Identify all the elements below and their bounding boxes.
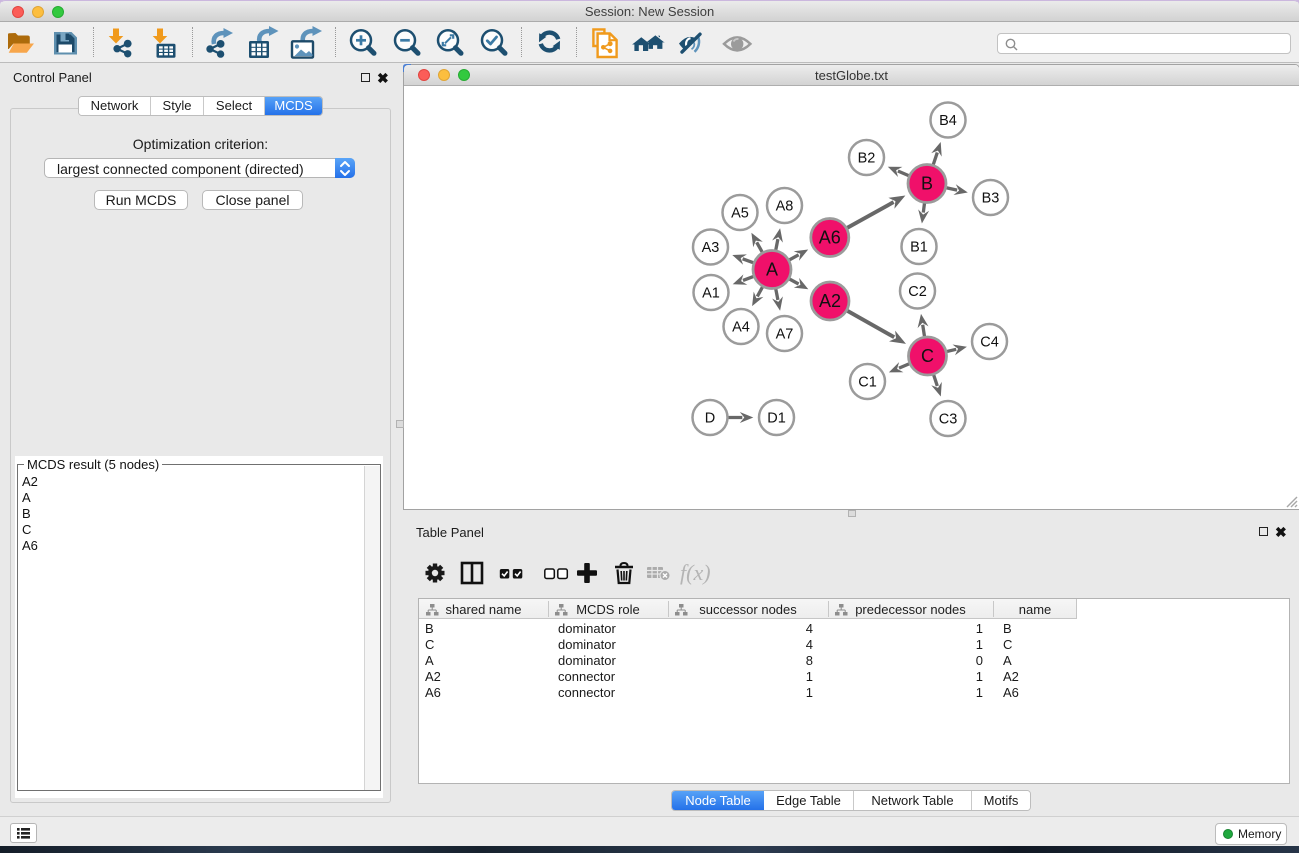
svg-text:D1: D1 [767, 411, 786, 427]
svg-text:A6: A6 [819, 228, 841, 248]
svg-text:A2: A2 [819, 291, 841, 311]
svg-text:C3: C3 [939, 412, 958, 428]
svg-text:B2: B2 [858, 151, 876, 167]
svg-text:A8: A8 [776, 199, 794, 215]
svg-text:A3: A3 [702, 240, 720, 256]
svg-text:A1: A1 [702, 286, 720, 302]
svg-text:C4: C4 [980, 335, 999, 351]
svg-text:B: B [921, 174, 933, 194]
svg-text:B1: B1 [910, 240, 928, 256]
svg-text:B3: B3 [982, 191, 1000, 207]
svg-text:C1: C1 [858, 375, 877, 391]
svg-text:B4: B4 [939, 113, 957, 129]
svg-text:A: A [766, 260, 778, 280]
svg-text:D: D [705, 411, 715, 427]
svg-text:A7: A7 [776, 327, 794, 343]
svg-text:C: C [921, 346, 934, 366]
svg-text:A5: A5 [731, 206, 749, 222]
svg-text:C2: C2 [908, 284, 927, 300]
svg-text:A4: A4 [732, 320, 750, 336]
